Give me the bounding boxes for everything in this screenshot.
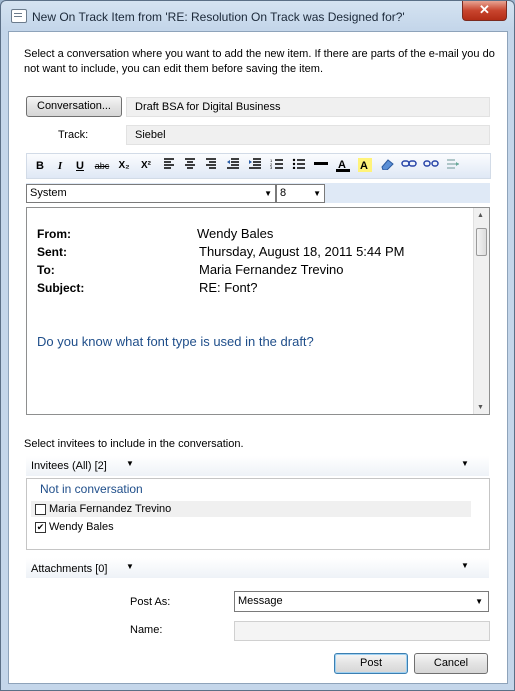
name-label: Name: [130, 624, 163, 636]
sent-value: Thursday, August 18, 2011 5:44 PM [199, 244, 405, 259]
collapse-arrow-icon[interactable]: ▼ [461, 561, 469, 570]
post-button[interactable]: Post [334, 653, 408, 674]
svg-text:A: A [360, 160, 368, 172]
invitees-header-label: Invitees (All) [2] [31, 460, 107, 472]
invitees-panel: Not in conversation Maria Fernandez Trev… [26, 478, 490, 550]
font-size-select[interactable]: 8 ▼ [276, 184, 325, 203]
align-right-icon[interactable] [202, 158, 220, 174]
increase-indent-icon[interactable] [246, 158, 264, 174]
close-button[interactable]: ✕ [462, 1, 507, 21]
invitees-header[interactable]: Invitees (All) [2] ▼ ▼ [26, 456, 489, 476]
underline-button[interactable]: U [71, 158, 89, 174]
align-center-icon[interactable] [181, 158, 199, 174]
decrease-indent-icon[interactable] [224, 158, 242, 174]
formatting-toolbar: B I U abc X₂ X² 123 A A [26, 153, 491, 179]
to-label: To: [37, 263, 55, 277]
attachments-header[interactable]: Attachments [0] ▼ ▼ [26, 558, 489, 578]
cancel-button[interactable]: Cancel [414, 653, 488, 674]
horizontal-line-icon[interactable] [312, 158, 330, 174]
invitee-row-wendy[interactable]: ✔ Wendy Bales [31, 519, 471, 535]
invitees-prompt: Select invitees to include in the conver… [24, 438, 244, 450]
sent-label: Sent: [37, 245, 67, 259]
numbered-list-icon[interactable]: 123 [268, 158, 286, 174]
dialog-window: New On Track Item from 'RE: Resolution O… [0, 0, 515, 691]
strikethrough-button[interactable]: abc [91, 158, 113, 174]
checkbox-wendy[interactable]: ✔ [35, 522, 46, 533]
name-field [234, 621, 490, 641]
track-label: Track: [58, 129, 89, 141]
intro-text: Select a conversation where you want to … [24, 48, 495, 75]
from-value: Wendy Bales [197, 226, 274, 241]
collapse-arrow-icon[interactable]: ▼ [461, 459, 469, 468]
invitee-row-maria[interactable]: Maria Fernandez Trevino [31, 501, 471, 517]
dialog-client: Select a conversation where you want to … [8, 31, 508, 684]
window-title: New On Track Item from 'RE: Resolution O… [32, 10, 405, 24]
font-family-value: System [30, 187, 67, 199]
scroll-up-icon[interactable]: ▲ [477, 212, 484, 219]
to-value: Maria Fernandez Trevino [199, 262, 344, 277]
eraser-icon[interactable] [378, 158, 396, 174]
highlight-icon[interactable]: A [356, 158, 374, 174]
chevron-down-icon: ▼ [313, 189, 321, 198]
message-body: Do you know what font type is used in th… [37, 334, 314, 349]
bulleted-list-icon[interactable] [290, 158, 308, 174]
bold-button[interactable]: B [31, 158, 49, 174]
scroll-down-icon[interactable]: ▼ [477, 404, 484, 411]
editor-scrollbar[interactable]: ▲ ▼ [473, 208, 489, 414]
chevron-down-icon: ▼ [475, 597, 483, 606]
font-size-value: 8 [280, 187, 287, 199]
invitee-name: Maria Fernandez Trevino [49, 503, 172, 515]
chevron-down-icon[interactable]: ▼ [126, 459, 134, 468]
group-label: Not in conversation [40, 482, 143, 496]
conversation-field: Draft BSA for Digital Business [126, 97, 490, 117]
from-label: From: [37, 227, 71, 241]
conversation-button[interactable]: Conversation... [26, 96, 122, 117]
font-color-icon[interactable]: A [334, 158, 352, 174]
svg-text:3: 3 [270, 165, 273, 169]
title-bar[interactable]: New On Track Item from 'RE: Resolution O… [1, 1, 514, 31]
text-direction-icon[interactable] [444, 158, 462, 174]
scroll-thumb[interactable] [476, 228, 487, 256]
italic-button[interactable]: I [51, 158, 69, 174]
track-field: Siebel [126, 125, 490, 145]
chevron-down-icon: ▼ [264, 189, 272, 198]
chevron-down-icon[interactable]: ▼ [126, 562, 134, 571]
conversation-icon [11, 9, 27, 23]
align-left-icon[interactable] [160, 158, 178, 174]
font-family-select[interactable]: System ▼ [26, 184, 276, 203]
insert-link-icon[interactable] [400, 158, 418, 174]
subject-value: RE: Font? [199, 280, 258, 295]
message-editor[interactable]: From: Wendy Bales Sent: Thursday, August… [26, 207, 490, 415]
post-as-label: Post As: [130, 596, 171, 608]
subscript-button[interactable]: X₂ [115, 158, 133, 174]
subject-label: Subject: [37, 281, 85, 295]
attachments-header-label: Attachments [0] [31, 563, 108, 575]
remove-link-icon[interactable] [422, 158, 440, 174]
post-as-value: Message [238, 595, 283, 607]
post-as-select[interactable]: Message ▼ [234, 591, 489, 612]
invitee-name: Wendy Bales [49, 521, 114, 533]
superscript-button[interactable]: X² [137, 158, 155, 174]
checkbox-maria[interactable] [35, 504, 46, 515]
